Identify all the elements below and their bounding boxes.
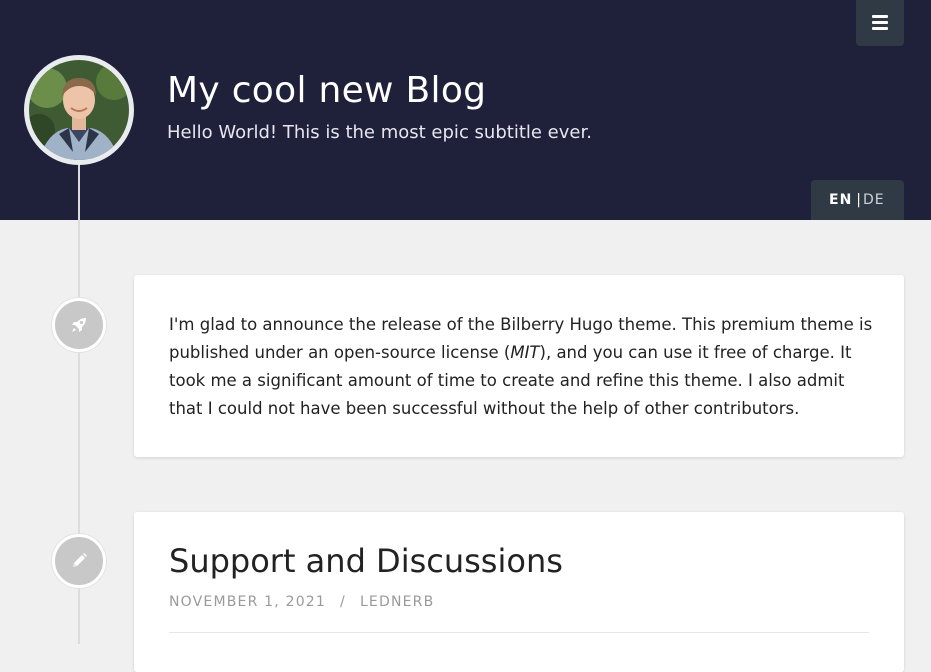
- language-de[interactable]: DE: [863, 180, 885, 220]
- announcement-text: I'm glad to announce the release of the …: [169, 315, 873, 418]
- announcement-card: I'm glad to announce the release of the …: [134, 275, 904, 457]
- site-header: My cool new Blog Hello World! This is th…: [0, 0, 931, 220]
- site-title[interactable]: My cool new Blog: [167, 70, 486, 111]
- post-author[interactable]: LEDNERB: [360, 594, 434, 610]
- meta-separator: /: [340, 594, 346, 610]
- pencil-icon: [73, 553, 87, 567]
- menu-button[interactable]: [856, 0, 904, 46]
- post-divider: [169, 632, 869, 633]
- rocket-icon: [72, 318, 86, 332]
- license-name: MIT: [510, 343, 540, 362]
- post-type-badge: [52, 298, 106, 352]
- language-switcher: EN |DE: [811, 180, 904, 220]
- post-title[interactable]: Support and Discussions: [169, 542, 563, 580]
- site-subtitle: Hello World! This is the most epic subti…: [167, 122, 592, 143]
- post-type-badge: [52, 534, 106, 588]
- avatar-photo: [29, 60, 129, 160]
- avatar[interactable]: [24, 55, 134, 165]
- language-en[interactable]: EN: [829, 180, 852, 220]
- post-card: Support and Discussions NOVEMBER 1, 2021…: [134, 512, 904, 672]
- post-meta: NOVEMBER 1, 2021 / LEDNERB: [169, 594, 434, 610]
- post-date: NOVEMBER 1, 2021: [169, 594, 327, 610]
- language-separator: |: [856, 192, 862, 208]
